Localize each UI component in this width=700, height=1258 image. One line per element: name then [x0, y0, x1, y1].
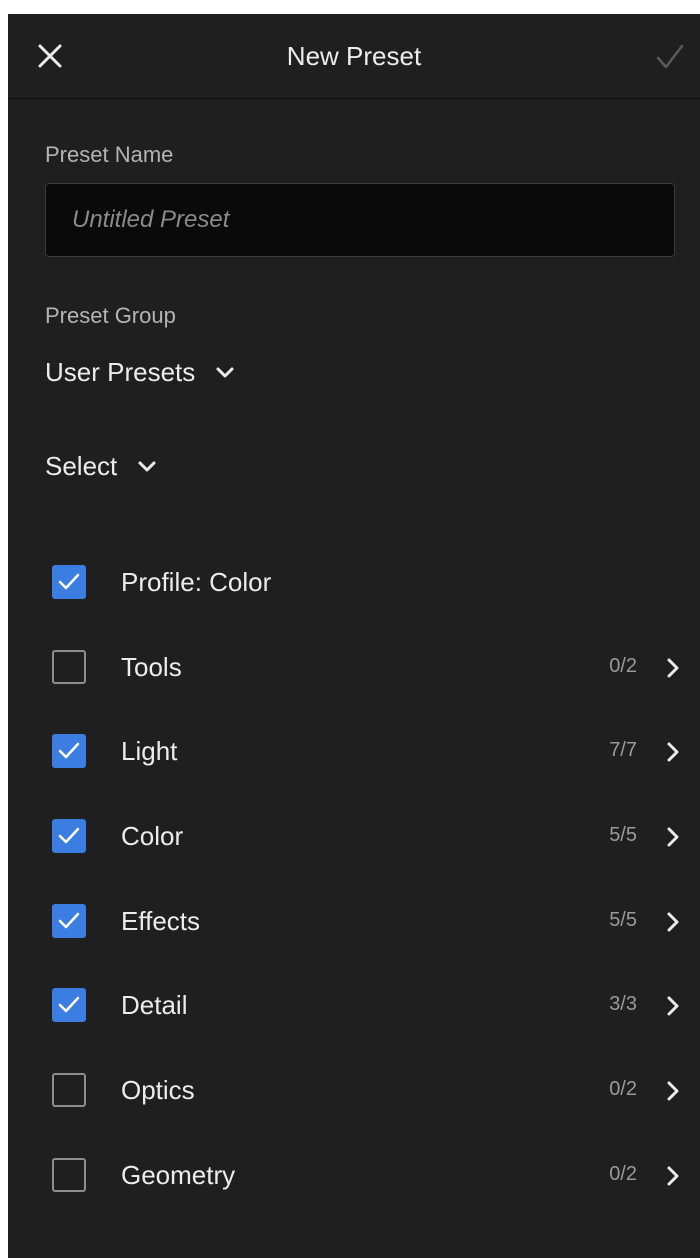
- chevron-down-icon: [137, 460, 157, 474]
- checkbox[interactable]: [52, 734, 86, 769]
- checkmark-icon[interactable]: [654, 42, 686, 72]
- chevron-right-icon[interactable]: [666, 657, 680, 679]
- chevron-right-icon[interactable]: [666, 741, 680, 763]
- setting-row-detail[interactable]: Detail 3/3: [8, 962, 700, 1047]
- setting-label: Tools: [121, 651, 182, 682]
- checkbox[interactable]: [52, 1073, 86, 1108]
- checkbox[interactable]: [52, 988, 86, 1023]
- preset-group-value: User Presets: [45, 357, 196, 387]
- setting-row-profile[interactable]: Profile: Color: [8, 539, 700, 624]
- select-label: Select: [45, 451, 118, 481]
- checkbox[interactable]: [52, 649, 86, 684]
- preset-group-label: Preset Group: [45, 303, 176, 328]
- chevron-right-icon[interactable]: [666, 995, 680, 1017]
- chevron-right-icon[interactable]: [666, 911, 680, 933]
- checkbox[interactable]: [52, 565, 86, 599]
- setting-row-light[interactable]: Light 7/7: [8, 708, 700, 793]
- checkbox[interactable]: [52, 1157, 86, 1192]
- setting-count: 5/5: [609, 824, 637, 847]
- select-dropdown[interactable]: Select: [45, 451, 157, 482]
- new-preset-panel: New Preset Preset Name Preset Group User…: [8, 14, 700, 1258]
- chevron-down-icon: [215, 366, 235, 380]
- setting-row-color[interactable]: Color 5/5: [8, 793, 700, 878]
- setting-label: Profile: Color: [121, 567, 272, 597]
- setting-count: 3/3: [609, 993, 637, 1016]
- setting-label: Color: [121, 821, 184, 852]
- setting-label: Light: [121, 736, 178, 767]
- setting-row-geometry[interactable]: Geometry 0/2: [8, 1132, 700, 1217]
- checkbox[interactable]: [52, 819, 86, 854]
- chevron-right-icon[interactable]: [666, 1080, 680, 1102]
- setting-count: 0/2: [609, 1162, 637, 1185]
- setting-row-tools[interactable]: Tools 0/2: [8, 624, 700, 709]
- setting-row-effects[interactable]: Effects 5/5: [8, 878, 700, 963]
- preset-group-dropdown[interactable]: User Presets: [45, 357, 235, 388]
- setting-row-optics[interactable]: Optics 0/2: [8, 1047, 700, 1132]
- page-title: New Preset: [286, 41, 422, 71]
- header-bar: New Preset: [8, 14, 700, 99]
- setting-count: 0/2: [609, 654, 637, 677]
- chevron-right-icon[interactable]: [666, 826, 680, 848]
- setting-count: 0/2: [609, 1078, 637, 1101]
- setting-label: Detail: [121, 990, 188, 1021]
- setting-label: Optics: [121, 1075, 195, 1106]
- chevron-right-icon[interactable]: [666, 1165, 680, 1187]
- preset-name-label: Preset Name: [45, 142, 174, 167]
- settings-list: Profile: Color Tools 0/2 Light 7/7 Color…: [8, 539, 700, 1217]
- setting-count: 7/7: [609, 739, 637, 762]
- setting-label: Effects: [121, 905, 201, 936]
- preset-name-input[interactable]: [45, 183, 675, 257]
- checkbox[interactable]: [52, 903, 86, 938]
- setting-label: Geometry: [121, 1159, 236, 1190]
- setting-count: 5/5: [609, 908, 637, 931]
